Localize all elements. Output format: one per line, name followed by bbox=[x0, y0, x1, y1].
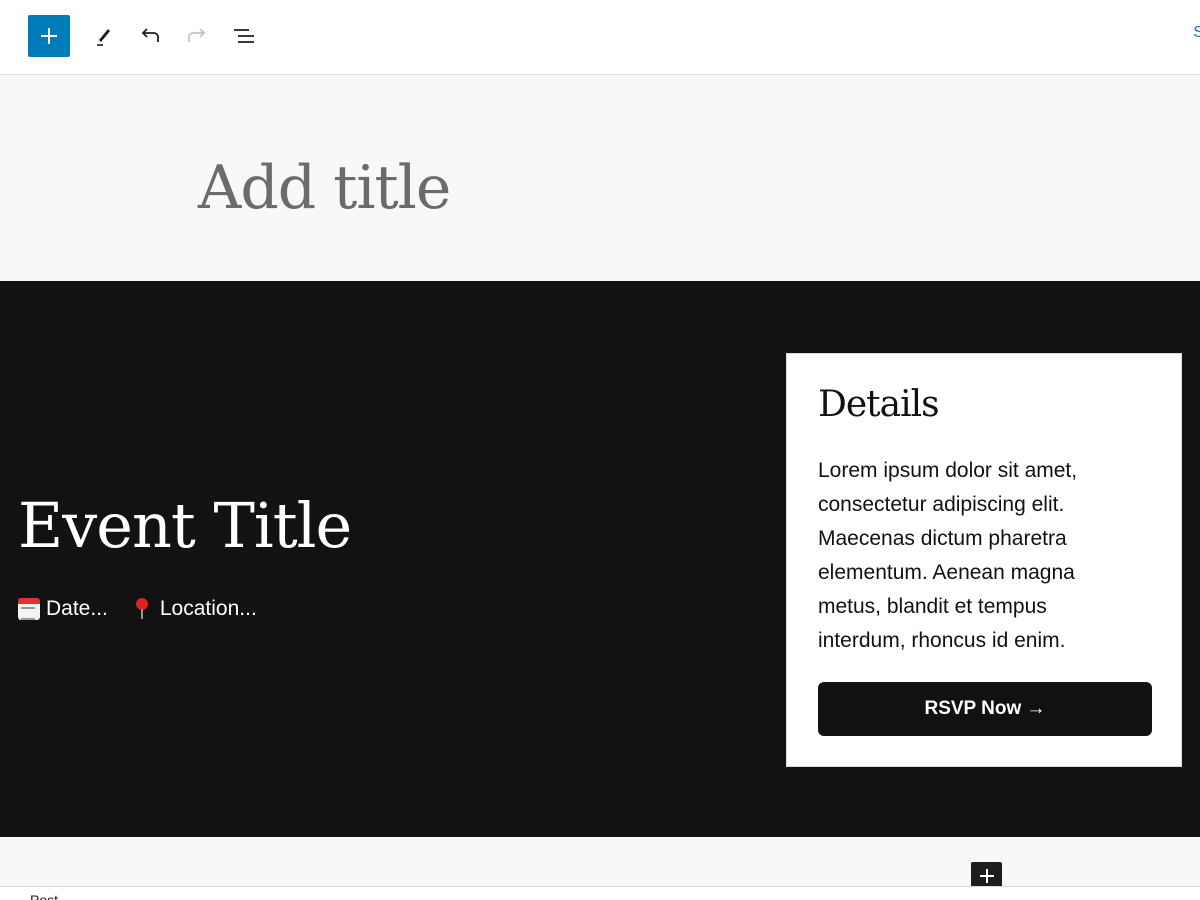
plus-icon bbox=[41, 28, 57, 44]
event-date[interactable]: Date... bbox=[18, 597, 108, 621]
breadcrumb[interactable]: Post bbox=[30, 892, 58, 900]
undo-icon bbox=[141, 28, 159, 42]
pin-icon bbox=[132, 598, 154, 620]
add-block-button[interactable] bbox=[28, 15, 70, 57]
details-heading[interactable]: Details bbox=[818, 384, 940, 425]
plus-icon bbox=[979, 869, 994, 883]
event-location-label: Location... bbox=[159, 597, 257, 620]
redo-button[interactable] bbox=[176, 15, 218, 57]
editor-bottom-area bbox=[0, 837, 1200, 890]
post-title-input[interactable]: Add title bbox=[198, 153, 451, 223]
redo-icon bbox=[188, 28, 206, 42]
toolbar-right-link[interactable]: S bbox=[1193, 24, 1200, 42]
pencil-icon bbox=[97, 29, 110, 46]
list-view-icon bbox=[234, 29, 254, 43]
calendar-icon bbox=[18, 598, 40, 620]
event-date-label: Date... bbox=[46, 597, 108, 620]
editor-footer: Post bbox=[0, 886, 1200, 900]
event-location[interactable]: Location... bbox=[132, 597, 257, 621]
post-title-area: Add title bbox=[0, 75, 1200, 281]
rsvp-button[interactable]: RSVP Now → bbox=[818, 682, 1152, 736]
event-cover-block[interactable]: Event Title Date... Location... Details … bbox=[0, 281, 1200, 837]
details-paragraph[interactable]: Lorem ipsum dolor sit amet, consectetur … bbox=[818, 454, 1138, 658]
editor-toolbar: S bbox=[0, 0, 1200, 75]
list-view-button[interactable] bbox=[223, 15, 265, 57]
details-card[interactable]: Details Lorem ipsum dolor sit amet, cons… bbox=[786, 353, 1182, 767]
event-meta-row: Date... Location... bbox=[18, 597, 281, 621]
edit-tool-button[interactable] bbox=[82, 15, 124, 57]
undo-button[interactable] bbox=[129, 15, 171, 57]
event-title-heading[interactable]: Event Title bbox=[18, 489, 352, 562]
